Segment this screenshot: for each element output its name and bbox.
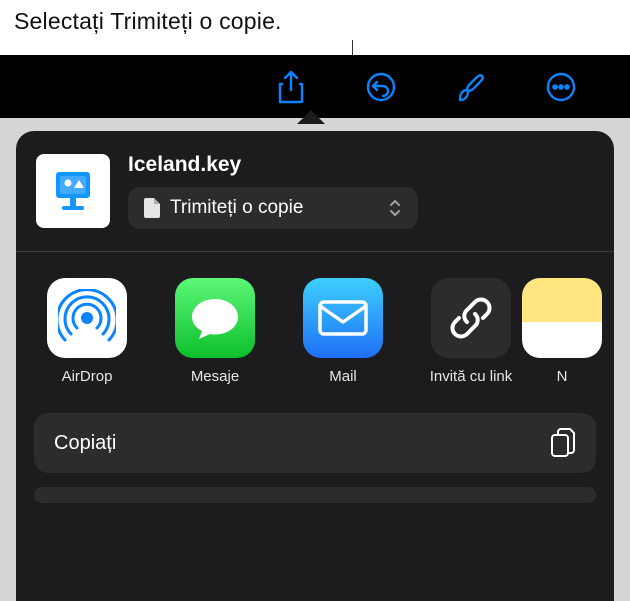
popover-arrow xyxy=(297,110,325,124)
link-icon xyxy=(431,278,511,358)
more-icon[interactable] xyxy=(544,70,578,104)
copy-icon xyxy=(550,428,576,458)
action-list: Copiați xyxy=(16,403,614,503)
chevron-updown-icon xyxy=(388,198,402,218)
toolbar xyxy=(0,55,630,118)
share-label: N xyxy=(557,368,568,385)
airdrop-icon xyxy=(47,278,127,358)
document-thumbnail xyxy=(36,154,110,228)
share-targets-row[interactable]: AirDrop Mesaje xyxy=(16,252,614,403)
share-target-messages[interactable]: Mesaje xyxy=(168,278,262,385)
callout-text: Selectați Trimiteți o copie. xyxy=(14,8,282,35)
mail-icon xyxy=(303,278,383,358)
messages-icon xyxy=(175,278,255,358)
copy-action[interactable]: Copiați xyxy=(34,413,596,473)
share-target-notes[interactable]: N xyxy=(552,278,572,385)
share-label: Invită cu link xyxy=(430,368,513,385)
copy-action-label: Copiați xyxy=(54,432,116,455)
share-icon[interactable] xyxy=(274,70,308,104)
share-target-invite-link[interactable]: Invită cu link xyxy=(424,278,518,385)
format-brush-icon[interactable] xyxy=(454,70,488,104)
share-label: Mail xyxy=(329,368,357,385)
next-action-row[interactable] xyxy=(34,487,596,503)
share-target-mail[interactable]: Mail xyxy=(296,278,390,385)
undo-icon[interactable] xyxy=(364,70,398,104)
sheet-backdrop: Iceland.key Trimiteți o copie xyxy=(0,118,630,601)
document-filename: Iceland.key xyxy=(128,153,418,177)
share-sheet: Iceland.key Trimiteți o copie xyxy=(16,131,614,601)
app-window: Iceland.key Trimiteți o copie xyxy=(0,55,630,601)
share-mode-dropdown[interactable]: Trimiteți o copie xyxy=(128,187,418,229)
share-mode-label: Trimiteți o copie xyxy=(170,197,303,219)
document-mini-icon xyxy=(144,198,160,218)
share-label: Mesaje xyxy=(191,368,239,385)
share-target-airdrop[interactable]: AirDrop xyxy=(40,278,134,385)
document-header: Iceland.key Trimiteți o copie xyxy=(16,131,614,252)
notes-icon xyxy=(522,278,602,358)
share-label: AirDrop xyxy=(62,368,113,385)
